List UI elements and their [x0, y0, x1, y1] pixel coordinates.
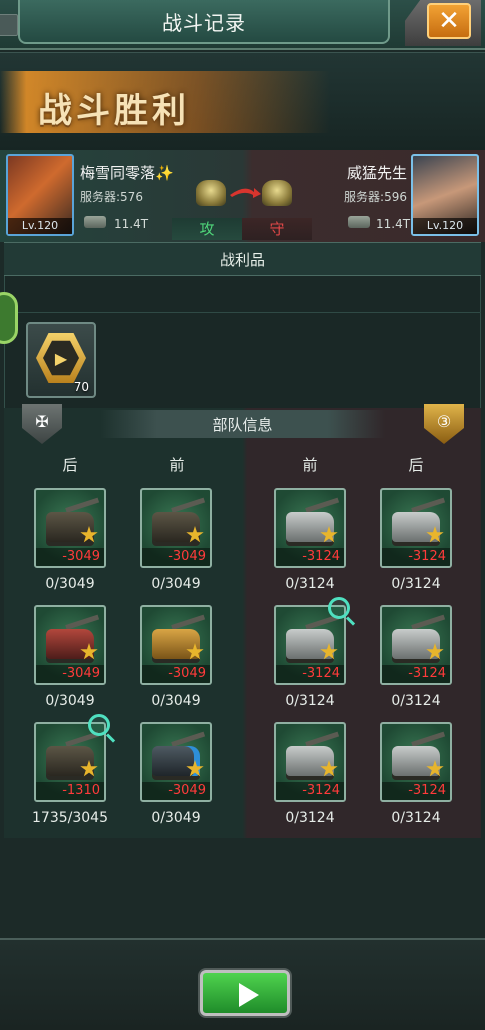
defender-unit-card[interactable]: -3124 [274, 722, 346, 802]
play-icon [239, 983, 259, 1007]
page-title: 战斗记录 [162, 10, 246, 35]
tank-barrel [411, 497, 446, 513]
loot-title: 战利品 [219, 250, 265, 269]
magnify-icon[interactable] [328, 597, 350, 619]
unit-loss: -3049 [36, 548, 104, 566]
column-label-rear: 后 [62, 456, 78, 474]
attack-arrow-icon [230, 188, 261, 198]
unit-hp: 0/3049 [45, 576, 95, 592]
attacker-power: 11.4T [114, 217, 149, 231]
defender-base-icon [262, 180, 292, 206]
column-label-front: 前 [302, 456, 318, 474]
attacker-avatar[interactable]: Lv.120 [6, 154, 74, 236]
unit-hp: 0/3124 [391, 693, 441, 709]
unit-hp: 0/3124 [391, 810, 441, 826]
troops-header: 部队信息 [100, 410, 385, 438]
defend-tag: 守 [242, 218, 312, 240]
unit-hp: 1735/3045 [32, 810, 108, 826]
column-label-front: 前 [169, 456, 185, 474]
tank-barrel [411, 614, 446, 630]
tank-barrel [171, 731, 206, 747]
tank-barrel [305, 497, 340, 513]
unit-hp: 0/3124 [285, 576, 335, 592]
title-plate: 战斗记录 [18, 0, 390, 44]
close-button[interactable]: ✕ [427, 3, 471, 39]
unit-loss: -3124 [382, 548, 450, 566]
loot-header: 战利品 [4, 242, 481, 276]
tank-barrel [65, 497, 100, 513]
defender-level: Lv.120 [413, 218, 477, 234]
attacker-unit-card[interactable]: -3049 [140, 488, 212, 568]
unit-loss: -3049 [142, 548, 210, 566]
victory-panel: 战斗胜利 [0, 52, 485, 150]
unit-hp: 0/3049 [45, 693, 95, 709]
tank-barrel [65, 614, 100, 630]
defender-unit-card[interactable]: -3124 [380, 488, 452, 568]
unit-loss: -3124 [382, 665, 450, 683]
defender-unit-card[interactable]: -3124 [274, 488, 346, 568]
defender-unit-card[interactable]: -3124 [380, 722, 452, 802]
troops-title: 部队信息 [212, 415, 273, 434]
attacker-unit-card[interactable]: -3049 [140, 722, 212, 802]
attacker-unit-card[interactable]: -3049 [140, 605, 212, 685]
corner-bolt-decoration [0, 14, 18, 36]
power-tank-icon [348, 216, 370, 228]
unit-hp: 0/3049 [151, 693, 201, 709]
unit-loss: -1310 [36, 782, 104, 800]
attacker-name: 梅雪同零落✨ [80, 164, 174, 182]
close-icon: ✕ [438, 6, 460, 36]
unit-hp: 0/3124 [285, 810, 335, 826]
cross-emblem-icon: ✠ [35, 412, 49, 431]
loot-count: 70 [73, 380, 89, 394]
unit-loss: -3049 [36, 665, 104, 683]
column-label-rear: 后 [408, 456, 424, 474]
play-button[interactable] [200, 970, 290, 1016]
attacker-unit-card[interactable]: -3049 [34, 605, 106, 685]
defender-server: 服务器:596 [344, 190, 407, 204]
tank-barrel [411, 731, 446, 747]
attacker-server: 服务器:576 [80, 190, 143, 204]
defender-power: 11.4T [376, 217, 411, 231]
defender-name: 威猛先生 [346, 164, 407, 182]
unit-hp: 0/3124 [391, 576, 441, 592]
magnify-icon[interactable] [88, 714, 110, 736]
battle-result-text: 战斗胜利 [38, 91, 190, 131]
unit-loss: -3124 [276, 782, 344, 800]
players-panel: Lv.120 梅雪同零落✨ 服务器:576 11.4T 攻 守 威猛先生 服务器… [0, 150, 485, 242]
attacker-level: Lv.120 [8, 218, 72, 234]
loot-item[interactable]: ▶ 70 [26, 322, 96, 398]
side-expand-tab[interactable] [0, 292, 18, 344]
attacker-unit-card[interactable]: -3049 [34, 488, 106, 568]
defender-rank-badge: ③ [436, 412, 452, 431]
attacker-base-icon [196, 180, 226, 206]
unit-loss: -3049 [142, 665, 210, 683]
unit-loss: -3124 [276, 665, 344, 683]
unit-hp: 0/3124 [285, 693, 335, 709]
title-bar: 战斗记录 ✕ [0, 0, 485, 50]
unit-loss: -3049 [142, 782, 210, 800]
defender-unit-card[interactable]: -3124 [380, 605, 452, 685]
defender-avatar[interactable]: Lv.120 [411, 154, 479, 236]
tank-barrel [171, 614, 206, 630]
tank-barrel [305, 731, 340, 747]
power-tank-icon [84, 216, 106, 228]
unit-hp: 0/3049 [151, 576, 201, 592]
unit-loss: -3124 [276, 548, 344, 566]
divider [4, 312, 481, 313]
unit-loss: -3124 [382, 782, 450, 800]
attack-tag: 攻 [172, 218, 242, 240]
tank-barrel [171, 497, 206, 513]
unit-hp: 0/3049 [151, 810, 201, 826]
